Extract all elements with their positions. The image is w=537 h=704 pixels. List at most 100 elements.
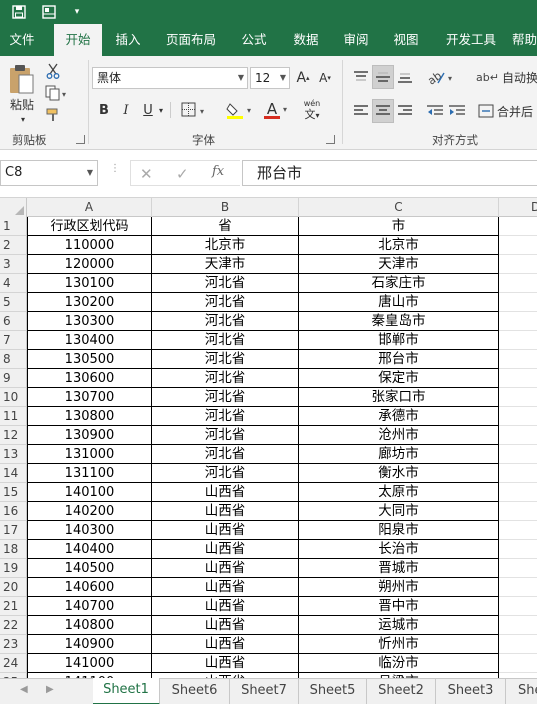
cell-a[interactable]: 140800: [27, 616, 152, 635]
cell-b[interactable]: 山西省: [152, 502, 299, 521]
format-painter-icon[interactable]: [44, 106, 62, 124]
insert-function-icon[interactable]: fx: [212, 164, 224, 179]
italic-button[interactable]: I: [118, 100, 134, 120]
enter-icon[interactable]: ✓: [176, 165, 189, 183]
row-header[interactable]: 3: [0, 255, 27, 274]
row-header[interactable]: 7: [0, 331, 27, 350]
cell-a[interactable]: 131000: [27, 445, 152, 464]
tab-developer[interactable]: 开发工具: [438, 24, 504, 56]
row-header[interactable]: 6: [0, 312, 27, 331]
row-header[interactable]: 10: [0, 388, 27, 407]
row-header[interactable]: 24: [0, 654, 27, 673]
cell-c[interactable]: 石家庄市: [299, 274, 499, 293]
tab-file[interactable]: 文件: [0, 24, 44, 56]
sheet-tab-sheet5[interactable]: Sheet5: [299, 679, 367, 704]
cell-b[interactable]: 河北省: [152, 331, 299, 350]
cell-c[interactable]: 晋中市: [299, 597, 499, 616]
cell-b[interactable]: 省: [152, 217, 299, 236]
cell-c[interactable]: 太原市: [299, 483, 499, 502]
underline-dropdown-icon[interactable]: ▾: [156, 102, 166, 118]
align-middle-icon[interactable]: [372, 66, 394, 88]
cell-d[interactable]: [499, 255, 537, 274]
cell-b[interactable]: 山西省: [152, 521, 299, 540]
cell-b[interactable]: 河北省: [152, 426, 299, 445]
cell-d[interactable]: [499, 635, 537, 654]
decrease-indent-icon[interactable]: [424, 100, 446, 122]
name-box[interactable]: C8 ▼: [0, 160, 98, 186]
row-header[interactable]: 20: [0, 578, 27, 597]
tab-page-layout[interactable]: 页面布局: [158, 24, 224, 56]
cell-a[interactable]: 140900: [27, 635, 152, 654]
cell-c[interactable]: 大同市: [299, 502, 499, 521]
cell-a[interactable]: 140300: [27, 521, 152, 540]
cell-c[interactable]: 邢台市: [299, 350, 499, 369]
cell-a[interactable]: 140500: [27, 559, 152, 578]
worksheet-grid[interactable]: A B C D 1 行政区划代码省市 2 110000 北京市 北京市 3 120000 天津市…: [0, 198, 537, 678]
cell-a[interactable]: 140100: [27, 483, 152, 502]
cell-a[interactable]: 131100: [27, 464, 152, 483]
cell-d[interactable]: [499, 445, 537, 464]
fill-color-icon[interactable]: ▾: [224, 100, 258, 120]
cell-c[interactable]: 长治市: [299, 540, 499, 559]
cell-c[interactable]: 阳泉市: [299, 521, 499, 540]
sheet-tab-sheet2[interactable]: Sheet2: [367, 679, 436, 704]
scroll-left-icon[interactable]: ◀: [20, 684, 28, 695]
cell-c[interactable]: 运城市: [299, 616, 499, 635]
cell-b[interactable]: 河北省: [152, 312, 299, 331]
phonetic-guide-icon[interactable]: wén 文▾: [298, 96, 326, 122]
paste-icon[interactable]: [6, 62, 36, 96]
cell-d[interactable]: [499, 407, 537, 426]
cell-a[interactable]: 140700: [27, 597, 152, 616]
cell-b[interactable]: 山西省: [152, 559, 299, 578]
cell-a[interactable]: 140400: [27, 540, 152, 559]
cell-c[interactable]: 朔州市: [299, 578, 499, 597]
cell-b[interactable]: 山西省: [152, 654, 299, 673]
cell-d[interactable]: [499, 369, 537, 388]
cell-c[interactable]: 唐山市: [299, 293, 499, 312]
cut-icon[interactable]: [44, 62, 62, 80]
row-header[interactable]: 8: [0, 350, 27, 369]
align-right-icon[interactable]: [394, 100, 416, 122]
row-header[interactable]: 1: [0, 217, 27, 236]
cell-b[interactable]: 河北省: [152, 445, 299, 464]
cell-c[interactable]: 忻州市: [299, 635, 499, 654]
bold-button[interactable]: B: [96, 100, 112, 120]
row-header[interactable]: 17: [0, 521, 27, 540]
decrease-font-size-icon[interactable]: A ▾: [316, 67, 334, 89]
cell-a[interactable]: 130700: [27, 388, 152, 407]
cell-d[interactable]: [499, 502, 537, 521]
cell-d[interactable]: [499, 388, 537, 407]
cell-c[interactable]: 张家口市: [299, 388, 499, 407]
cell-c[interactable]: 秦皇岛市: [299, 312, 499, 331]
column-header-b[interactable]: B: [152, 198, 299, 217]
cell-c[interactable]: 廊坊市: [299, 445, 499, 464]
cell-c[interactable]: 天津市: [299, 255, 499, 274]
cell-d[interactable]: [499, 312, 537, 331]
cell-b[interactable]: 河北省: [152, 388, 299, 407]
orientation-icon[interactable]: ab ▾: [424, 66, 458, 88]
cell-b[interactable]: 北京市: [152, 236, 299, 255]
cell-d[interactable]: [499, 521, 537, 540]
scroll-right-icon[interactable]: ▶: [46, 684, 54, 695]
cell-b[interactable]: 山西省: [152, 616, 299, 635]
cell-d[interactable]: [499, 236, 537, 255]
column-header-d[interactable]: D: [499, 198, 537, 217]
row-header[interactable]: 13: [0, 445, 27, 464]
cell-a[interactable]: 140200: [27, 502, 152, 521]
cell-a[interactable]: 140600: [27, 578, 152, 597]
align-center-icon[interactable]: [372, 100, 394, 122]
sheet-tab-sheet3[interactable]: Sheet3: [436, 679, 506, 704]
cell-c[interactable]: 临汾市: [299, 654, 499, 673]
row-header[interactable]: 19: [0, 559, 27, 578]
cell-b[interactable]: 河北省: [152, 464, 299, 483]
cell-a[interactable]: 130400: [27, 331, 152, 350]
column-header-a[interactable]: A: [27, 198, 152, 217]
cell-b[interactable]: 河北省: [152, 350, 299, 369]
cell-a[interactable]: 行政区划代码: [27, 217, 152, 236]
row-header[interactable]: 14: [0, 464, 27, 483]
sheet-tab-sheet6[interactable]: Sheet6: [160, 679, 230, 704]
cancel-icon[interactable]: ✕: [140, 165, 153, 183]
cell-d[interactable]: [499, 616, 537, 635]
cell-c[interactable]: 承德市: [299, 407, 499, 426]
row-header[interactable]: 9: [0, 369, 27, 388]
